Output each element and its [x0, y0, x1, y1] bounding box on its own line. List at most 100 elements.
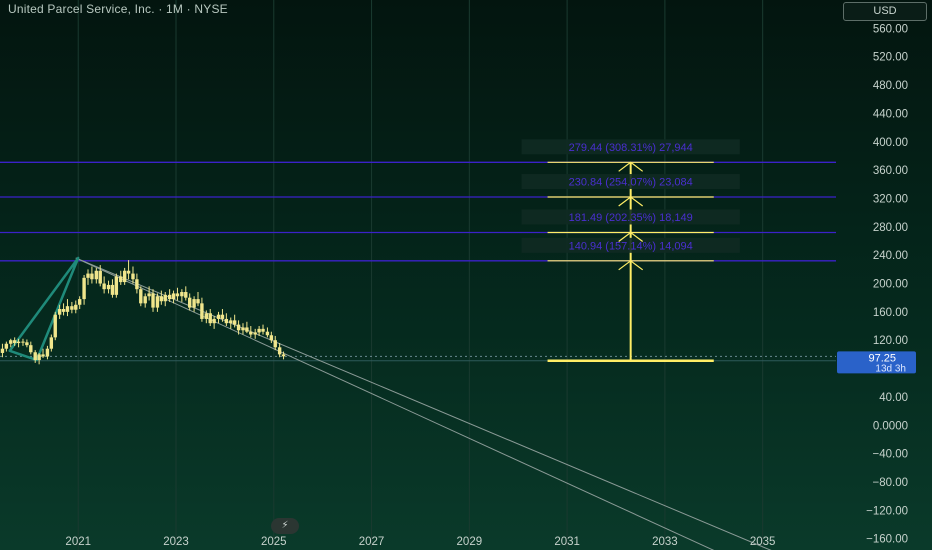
candle-body — [70, 306, 74, 310]
candle-body — [253, 332, 257, 335]
candle-body — [33, 352, 37, 361]
level-label: 279.44 (308.31%) 27,944 — [569, 142, 693, 154]
candle-body — [212, 318, 216, 324]
y-tick-label: 520.00 — [873, 52, 908, 64]
candle-body — [269, 335, 274, 341]
candle-body — [106, 284, 111, 290]
level-label: 181.49 (202.35%) 18,149 — [569, 212, 693, 224]
candle-body — [236, 324, 241, 331]
chart-grid — [77, 0, 764, 550]
y-tick-label: −40.00 — [873, 449, 909, 461]
trendlines[interactable] — [8, 256, 787, 550]
y-tick-label: −120.00 — [866, 505, 908, 517]
y-tick-label: 0.0000 — [873, 420, 908, 432]
candle-body — [147, 293, 151, 297]
level-label: 230.84 (254.07%) 23,084 — [569, 177, 693, 189]
candle-body — [126, 270, 131, 274]
candle-body — [265, 331, 270, 336]
y-tick-label: 200.00 — [873, 279, 908, 291]
x-tick-label: 2033 — [652, 536, 678, 548]
candle-body — [119, 276, 123, 283]
flash-icon[interactable]: ⚡ — [271, 518, 299, 534]
measure-tool[interactable]: 140.94 (157.14%) 14,094 181.49 (202.35%) … — [521, 139, 740, 363]
candle-body — [90, 273, 94, 280]
x-tick-label: 2023 — [163, 536, 189, 548]
candle-body — [110, 284, 115, 295]
candle-body — [180, 292, 184, 297]
candle-body — [25, 342, 29, 346]
candle-body — [0, 348, 5, 353]
last-price-badge: 97.2513d 3h — [837, 351, 916, 374]
candle-body — [86, 273, 90, 278]
candle-body — [163, 294, 167, 302]
x-tick-label: 2027 — [359, 536, 385, 548]
candle-body — [200, 303, 204, 319]
candle-body — [82, 277, 86, 300]
x-tick-label: 2035 — [750, 536, 776, 548]
candle-body — [114, 276, 119, 295]
symbol-title[interactable]: United Parcel Service, Inc. · 1M · NYSE — [8, 2, 228, 16]
candle-body — [21, 341, 25, 343]
candle-body — [4, 343, 9, 349]
y-tick-label: 400.00 — [873, 137, 908, 149]
candle-body — [74, 304, 78, 310]
candle-body — [65, 306, 70, 312]
candle-body — [167, 294, 172, 300]
candle-body — [151, 293, 155, 308]
candle-body — [37, 354, 41, 361]
candle-body — [241, 327, 245, 331]
level-label: 140.94 (157.14%) 14,094 — [569, 240, 693, 252]
candle-body — [155, 296, 160, 308]
candle-body — [135, 279, 139, 290]
y-tick-label: 320.00 — [873, 193, 908, 205]
x-tick-label: 2025 — [261, 536, 287, 548]
candle-body — [122, 270, 127, 283]
countdown-text: 13d 3h — [875, 363, 906, 374]
y-tick-label: 240.00 — [873, 250, 908, 262]
candle-body — [216, 314, 221, 319]
candle-body — [220, 314, 225, 319]
candle-body — [102, 283, 106, 290]
y-tick-label: 440.00 — [873, 108, 908, 120]
candle-body — [41, 354, 45, 357]
candle-body — [131, 273, 135, 280]
y-tick-label: 160.00 — [873, 307, 908, 319]
candle-body — [12, 340, 17, 344]
y-tick-label: 360.00 — [873, 165, 908, 177]
candle-body — [257, 328, 261, 333]
candle-body — [281, 354, 286, 357]
candle-body — [49, 337, 54, 349]
x-tick-label: 2029 — [457, 536, 483, 548]
candlesticks — [0, 260, 286, 365]
candle-body — [16, 341, 21, 344]
candle-body — [61, 309, 66, 312]
candle-body — [277, 347, 282, 355]
candle-body — [29, 345, 33, 353]
x-tick-label: 2021 — [65, 536, 91, 548]
candle-body — [143, 296, 147, 304]
candle-body — [77, 299, 82, 305]
candle-body — [175, 293, 180, 297]
price-chart[interactable]: 140.94 (157.14%) 14,094 181.49 (202.35%) … — [0, 0, 932, 550]
candle-body — [196, 299, 200, 304]
time-axis[interactable]: 2021 2023 2025 2027 2029 2031 2033 2035 — [65, 536, 775, 548]
y-tick-label: 480.00 — [873, 80, 908, 92]
candle-body — [232, 320, 237, 325]
y-tick-label: −160.00 — [866, 534, 908, 546]
currency-button[interactable]: USD — [843, 2, 927, 21]
candle-body — [245, 327, 249, 332]
candle-body — [192, 299, 196, 308]
candle-body — [45, 348, 50, 357]
candle-body — [229, 320, 233, 324]
candle-body — [187, 297, 192, 308]
trendline — [75, 257, 772, 550]
candle-body — [94, 270, 99, 280]
candle-body — [53, 314, 57, 338]
y-tick-label: 40.00 — [879, 392, 908, 404]
candle-body — [204, 313, 209, 319]
candle-body — [261, 328, 265, 332]
y-tick-label: −80.00 — [873, 477, 909, 489]
price-axis[interactable]: 560.00 520.00 480.00 440.00 400.00 360.00 320.… — [866, 23, 908, 545]
candle-body — [159, 296, 164, 302]
candle-body — [98, 270, 102, 284]
